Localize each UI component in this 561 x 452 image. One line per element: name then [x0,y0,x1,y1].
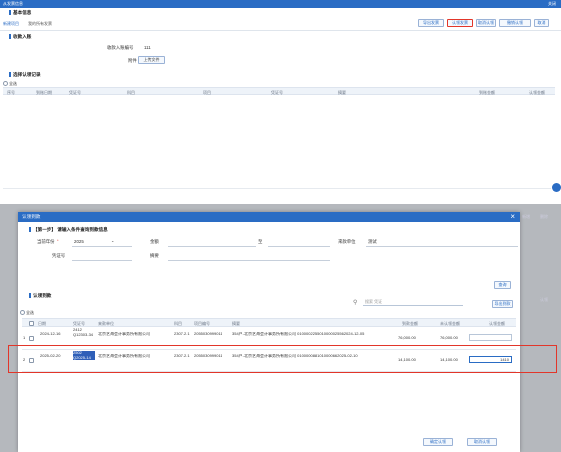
select-all-label: 全选 [26,310,34,315]
claim-invoice-button[interactable]: 认领发票 [447,19,473,27]
step-title: 【第一步】 请输入条件查询到款信息 [33,227,108,232]
export-invoice-button[interactable]: 导出发票 [418,19,444,27]
modal-title: 认领到款 [22,214,41,219]
query-button[interactable]: 查询 [494,281,511,289]
year-label: 当前年份 [37,239,55,244]
attachment-label: 附件 [128,58,137,63]
export-receipt-button[interactable]: 导出到款 [492,300,513,308]
row-payer: 北京艺海会计事务所有限公司 [98,332,150,336]
search-icon: ⚲ [353,300,358,306]
tab-new-project[interactable]: 新建项目 [3,21,19,27]
row-date: 2024-12-16 [40,332,61,336]
bg-right-claim: 认领 [540,297,548,302]
amount-from-input[interactable] [168,246,256,247]
bg-select-all-radio[interactable] [3,81,8,86]
payer-input[interactable]: 测试 [368,239,377,245]
confirm-claim-button[interactable]: 确定认领 [423,438,453,446]
year-select[interactable]: 2025 [74,239,84,244]
row-index: 1 [23,336,26,340]
revoke-claim-button[interactable]: 撤销认领 [499,19,531,27]
search-input[interactable]: 搜索 凭证 [363,299,463,306]
row-summary: 354户-北京艺海会计事务所有限公司 010000225501000002556… [232,332,365,336]
modal-title-bar: 认领到款 × [18,212,520,222]
close-icon[interactable]: × [510,212,515,221]
section-title-basic: 基本信息 [13,10,32,15]
bg-right-delete: 删除 [540,214,548,219]
table-header: 日期 凭证号 来款单位 科目 项目编号 摘要 到款金额 未认领金额 认领金额 [22,318,516,327]
highlight-box [8,345,557,373]
voucher-input[interactable] [72,260,132,261]
summary-label: 摘要 [150,253,159,258]
section-marker [9,10,11,15]
select-all-radio[interactable] [20,310,25,315]
ref-number-value: 111 [144,45,151,50]
help-bubble[interactable] [552,183,561,192]
page-close-link[interactable]: 关闭 [548,1,556,7]
upload-file-button[interactable]: 上传文件 [138,56,165,64]
row-voucher: 2412 Q12303-34 [73,328,94,337]
page-title: 从发票信息 [3,1,23,6]
search-placeholder: 搜索 凭证 [365,299,383,304]
header-checkbox[interactable] [29,320,34,326]
amount-label: 金额 [150,239,159,244]
claim-amount-input[interactable] [469,334,512,341]
row-amount: 76,000.00 [398,336,416,340]
tab-my-invoices[interactable]: 我的所有发票 [28,21,52,27]
claim-receipt-modal: 认领到款 × 【第一步】 请输入条件查询到款信息 当前年份 * 2025 ⌄ 金… [18,212,520,452]
ref-number-label: 收款入账编号 [107,45,134,50]
page-header-bar: 从发票信息 关闭 [0,0,561,8]
row-unclaimed: 76,000.00 [440,336,458,340]
voucher-label: 凭证号 [52,253,66,258]
amount-to-input[interactable] [268,246,330,247]
row-project: 20550309990118 [194,332,222,336]
chevron-down-icon[interactable]: ⌄ [111,238,114,243]
bg-right-new: 新增 [522,214,530,219]
row-subject: 2307.2.1.3 [174,332,190,336]
section-title-receipt: 收款入账 [13,34,32,39]
cancel-claim-modal-button[interactable]: 取消认领 [467,438,497,446]
claim-section-title: 认领到款 [33,293,52,298]
payer-label: 来款单位 [338,239,356,244]
bg-table-header: 序号 到账日期 凭证号 科目 项目 凭证号 摘要 到账金额 认领金额 [3,87,555,95]
section-title-records: 选择认领记录 [13,72,41,77]
summary-input[interactable] [168,260,330,261]
amount-to-label: 至 [258,239,263,244]
row-checkbox[interactable] [29,336,34,341]
cancel-claim-button[interactable]: 取消认领 [476,19,496,27]
bg-cancel-button[interactable]: 取消 [534,19,549,27]
